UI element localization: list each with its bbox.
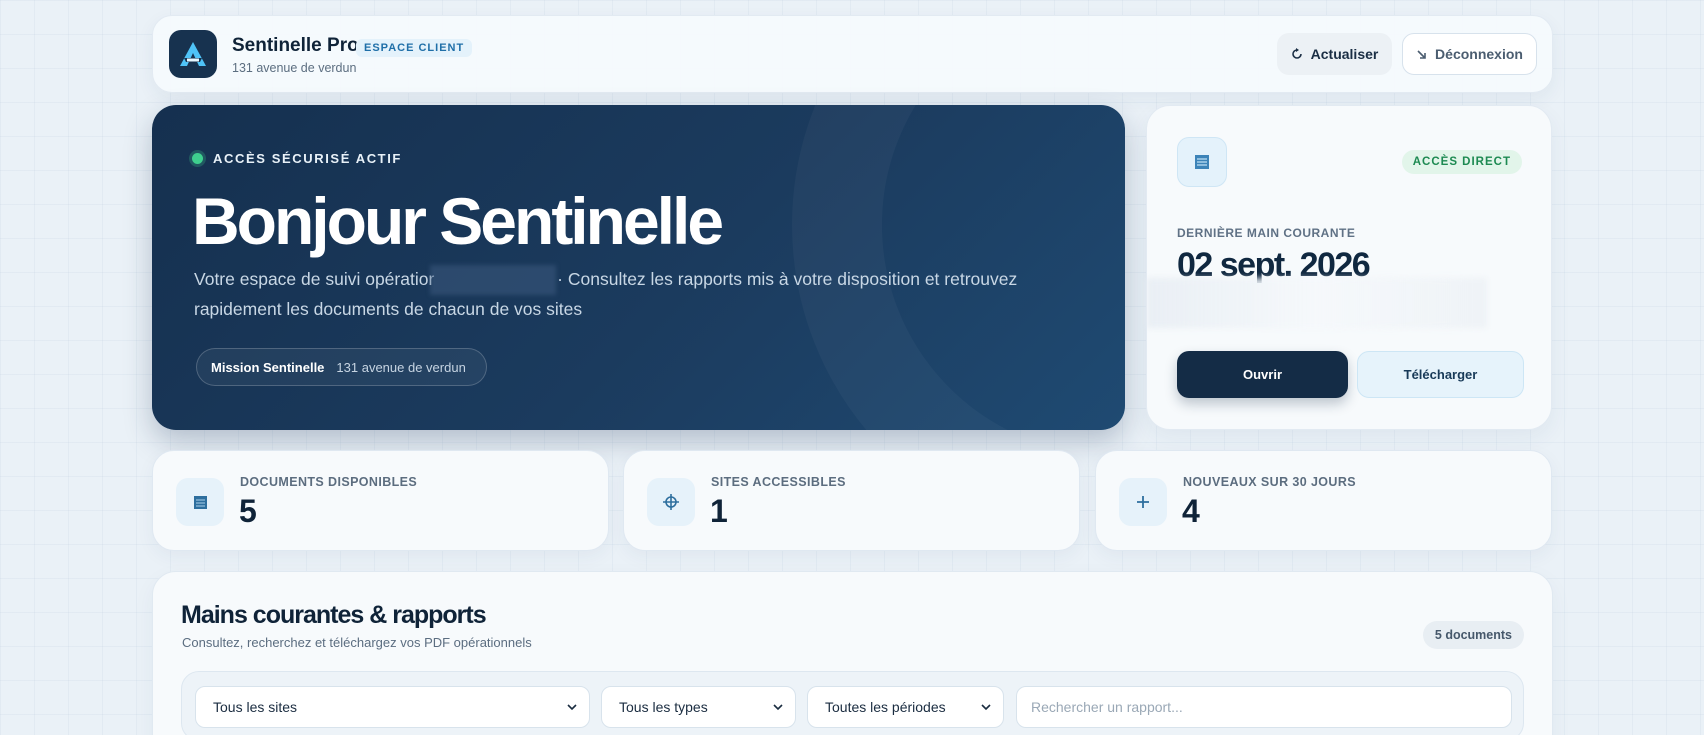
plus-icon (1119, 478, 1167, 526)
hero-title: Bonjour Sentinelle (192, 184, 724, 258)
stat-value: 4 (1182, 493, 1200, 529)
download-button[interactable]: Télécharger (1357, 351, 1524, 398)
stat-label: DOCUMENTS DISPONIBLES (240, 475, 418, 489)
status-dot-icon (192, 153, 203, 164)
chevron-down-icon (773, 704, 783, 711)
site-filter-value: Tous les sites (213, 699, 298, 715)
brand-address: 131 avenue de verdun (232, 61, 357, 75)
refresh-label: Actualiser (1310, 46, 1379, 62)
type-filter-select[interactable]: Tous les types (601, 686, 796, 728)
chevron-down-icon (567, 704, 577, 711)
stat-card-sites: SITES ACCESSIBLES 1 (623, 450, 1080, 551)
stat-label: NOUVEAUX SUR 30 JOURS (1183, 475, 1357, 489)
document-icon (176, 478, 224, 526)
hero-text-start: Votre espace de suivi opératior (194, 269, 435, 289)
stat-label: SITES ACCESSIBLES (711, 475, 846, 489)
mission-pill: Mission Sentinelle 131 avenue de verdun (196, 348, 487, 386)
report-search-input[interactable] (1016, 686, 1512, 728)
status-label: ACCÈS SÉCURISÉ ACTIF (213, 151, 402, 166)
stat-card-new: NOUVEAUX SUR 30 JOURS 4 (1095, 450, 1552, 551)
logout-button[interactable]: Déconnexion (1402, 33, 1537, 75)
latest-label: DERNIÈRE MAIN COURANTE (1177, 226, 1356, 240)
reports-title: Mains courantes & rapports (181, 601, 487, 629)
reports-subtitle: Consultez, recherchez et téléchargez vos… (182, 635, 532, 650)
crosshair-icon (647, 478, 695, 526)
latest-report-card: ACCÈS DIRECT DERNIÈRE MAIN COURANTE 02 s… (1146, 105, 1552, 430)
mission-name: Mission Sentinelle (211, 359, 325, 375)
stat-value: 1 (710, 493, 728, 529)
refresh-button[interactable]: Actualiser (1277, 33, 1392, 75)
stat-card-documents: DOCUMENTS DISPONIBLES 5 (152, 450, 609, 551)
filters-bar: Tous les sites Tous les types Toutes les… (181, 671, 1524, 735)
type-filter-value: Tous les types (619, 699, 708, 715)
mission-address: 131 avenue de verdun (336, 359, 466, 375)
logout-label: Déconnexion (1435, 46, 1523, 62)
document-icon (1177, 137, 1227, 187)
app-logo (169, 30, 217, 78)
period-filter-value: Toutes les périodes (825, 699, 946, 715)
stat-value: 5 (239, 493, 257, 529)
direct-access-badge: ACCÈS DIRECT (1401, 150, 1522, 174)
open-button[interactable]: Ouvrir (1177, 351, 1348, 398)
period-filter-select[interactable]: Toutes les périodes (807, 686, 1004, 728)
refresh-icon (1291, 48, 1302, 59)
space-badge: ESPACE CLIENT (356, 39, 473, 57)
arrow-down-right-icon (1417, 49, 1426, 59)
hero-description: Votre espace de suivi opératior · Consul… (194, 265, 1054, 324)
reports-panel: Mains courantes & rapports Consultez, re… (152, 571, 1553, 735)
welcome-hero: ACCÈS SÉCURISÉ ACTIF Bonjour Sentinelle … (152, 105, 1125, 430)
redacted-area (1147, 278, 1487, 328)
top-bar: Sentinelle Pro ESPACE CLIENT 131 avenue … (152, 15, 1553, 93)
logo-icon (180, 42, 206, 66)
documents-count-badge: 5 documents (1422, 621, 1524, 649)
chevron-down-icon (981, 704, 991, 711)
brand-name: Sentinelle Pro (232, 35, 359, 56)
site-filter-select[interactable]: Tous les sites (195, 686, 590, 728)
redacted-area (430, 265, 557, 296)
secure-access-status: ACCÈS SÉCURISÉ ACTIF (192, 151, 402, 166)
